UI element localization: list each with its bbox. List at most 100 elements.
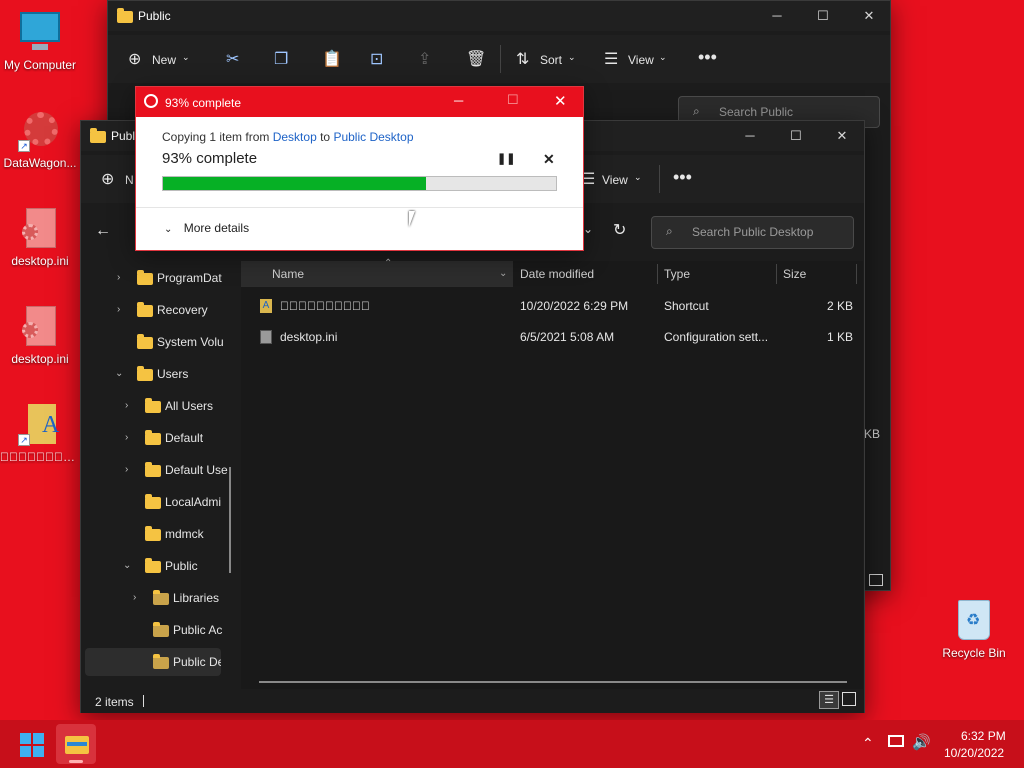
search-box[interactable]: ⌕ Search Public Desktop: [651, 216, 854, 249]
minimize-button[interactable]: ─: [454, 93, 463, 108]
shortcut-arrow-icon: ↗: [18, 434, 30, 446]
desktop-icon-label: DataWagon...: [3, 156, 77, 170]
tree-item-users[interactable]: ⌄ Users: [81, 360, 231, 388]
close-button[interactable]: ✕: [846, 1, 892, 31]
chevron-right-icon[interactable]: ›: [125, 456, 128, 484]
tree-item-recovery[interactable]: › Recovery: [81, 296, 231, 324]
share-icon[interactable]: ⇪: [418, 49, 431, 69]
table-row[interactable]: desktop.ini 6/5/2021 5:08 AM Configurati…: [241, 324, 863, 350]
navigation-pane[interactable]: › ProgramDat › Recovery System Volu ⌄ Us…: [81, 261, 241, 689]
desktop-icon-recycle-bin[interactable]: ♻ Recycle Bin: [934, 598, 1014, 660]
search-placeholder: Search Public: [719, 105, 794, 119]
tree-item-label: Public Ac: [173, 623, 223, 637]
cut-icon[interactable]: ✂: [226, 49, 239, 69]
sort-button[interactable]: Sort: [540, 53, 562, 67]
start-button[interactable]: [20, 733, 44, 757]
details-view-button[interactable]: [869, 574, 883, 586]
column-header-date[interactable]: Date modified: [520, 261, 594, 287]
delete-icon[interactable]: 🗑: [466, 49, 486, 69]
file-date: 6/5/2021 5:08 AM: [520, 330, 615, 344]
refresh-icon[interactable]: ↻: [613, 220, 626, 240]
chevron-down-icon[interactable]: ⌄: [115, 360, 123, 388]
tree-item-mdmck[interactable]: mdmck: [81, 520, 231, 548]
toolbar-divider: [659, 165, 660, 193]
plus-icon[interactable]: ⊕: [101, 169, 114, 189]
chevron-right-icon[interactable]: ›: [125, 392, 128, 420]
file-name:                     : [280, 299, 370, 313]
more-options-icon[interactable]: •••: [698, 47, 717, 68]
chevron-up-icon[interactable]: ⌃: [862, 735, 874, 752]
tree-item-public[interactable]: ⌄ Public: [81, 552, 231, 580]
mouse-cursor: [409, 211, 415, 227]
volume-icon[interactable]: 🔊: [912, 733, 931, 751]
view-button[interactable]: View: [602, 173, 628, 187]
view-button[interactable]: View: [628, 53, 654, 67]
back-arrow-icon[interactable]: ←: [95, 222, 111, 240]
tree-item-default-user[interactable]: › Default Use: [81, 456, 231, 484]
pause-button[interactable]: ❚❚: [497, 152, 515, 165]
plus-icon[interactable]: ⊕: [128, 49, 141, 69]
close-button[interactable]: ✕: [554, 92, 567, 110]
network-icon[interactable]: [888, 735, 904, 747]
horizontal-scrollbar[interactable]: [259, 681, 847, 683]
desktop-icon-datawagon[interactable]: ↗ DataWagon...: [0, 108, 80, 170]
tree-item-public-desktop[interactable]: Public De: [85, 648, 221, 676]
chevron-down-icon[interactable]: ⌄: [123, 552, 131, 580]
tree-item-libraries[interactable]: › Libraries: [81, 584, 231, 612]
file-name: desktop.ini: [280, 330, 338, 344]
tiles-view-button[interactable]: [842, 692, 856, 706]
title-bar[interactable]: Public ─ ☐ ✕: [108, 1, 890, 31]
chevron-right-icon[interactable]: ›: [133, 584, 136, 612]
paste-icon[interactable]: 📋: [322, 49, 342, 69]
maximize-button[interactable]: ☐: [507, 92, 519, 108]
chevron-right-icon[interactable]: ›: [117, 264, 120, 292]
new-button[interactable]: New: [152, 53, 176, 67]
cancel-button[interactable]: ✕: [543, 151, 555, 168]
copy-icon[interactable]: ❐: [274, 49, 288, 69]
chevron-down-icon[interactable]: ⌄: [583, 222, 593, 236]
more-details-toggle[interactable]: ⌄ More details: [164, 221, 249, 235]
clock-date[interactable]: 10/20/2022: [944, 746, 1004, 760]
sort-icon[interactable]: ⇅: [516, 49, 529, 69]
desktop-icon-font-shortcut[interactable]: A ↗         ...: [0, 402, 80, 464]
desktop-icon-desktop-ini-2[interactable]: desktop.ini: [0, 304, 80, 366]
more-options-icon[interactable]: •••: [673, 167, 692, 188]
tree-scrollbar[interactable]: [229, 467, 231, 573]
maximize-button[interactable]: ☐: [800, 1, 846, 31]
taskbar-file-explorer-button[interactable]: [56, 724, 96, 764]
window-title: Publi: [111, 129, 138, 143]
minimize-button[interactable]: ─: [754, 1, 800, 31]
destination-link[interactable]: Public Desktop: [333, 130, 413, 144]
tree-item-localadmin[interactable]: LocalAdmi: [81, 488, 231, 516]
source-link[interactable]: Desktop: [273, 130, 317, 144]
column-header-type[interactable]: Type: [664, 261, 690, 287]
column-header-name[interactable]: Name ⌃ ⌄: [241, 258, 513, 287]
clock-time[interactable]: 6:32 PM: [961, 729, 1006, 743]
tree-item-all-users[interactable]: › All Users: [81, 392, 231, 420]
dialog-title-bar[interactable]: 93% complete ─ ☐ ✕: [136, 87, 583, 117]
column-header-size[interactable]: Size: [783, 261, 806, 287]
copy-progress-dialog[interactable]: 93% complete ─ ☐ ✕ Copying 1 item from D…: [135, 86, 584, 251]
table-row[interactable]: A                      10/20/2022 6:29 P…: [241, 293, 863, 319]
item-count: 2 items: [95, 695, 134, 709]
view-icon[interactable]: ☰: [604, 49, 618, 69]
maximize-button[interactable]: ☐: [773, 121, 819, 151]
more-details-label: More details: [183, 221, 250, 235]
folder-shortcut-icon: [145, 462, 161, 477]
tree-item-default[interactable]: › Default: [81, 424, 231, 452]
tree-item-programdata[interactable]: › ProgramDat: [81, 264, 231, 292]
chevron-down-icon[interactable]: ⌄: [499, 261, 507, 287]
new-button[interactable]: N: [125, 173, 134, 187]
tree-item-system-volume[interactable]: System Volu: [81, 328, 231, 356]
shortcut-arrow-icon: ↗: [18, 140, 30, 152]
desktop-icon-my-computer[interactable]: My Computer: [0, 10, 80, 72]
close-button[interactable]: ✕: [819, 121, 865, 151]
minimize-button[interactable]: ─: [727, 121, 773, 151]
file-list[interactable]: Name ⌃ ⌄ Date modified Type Size A      …: [241, 258, 863, 689]
desktop-icon-desktop-ini-1[interactable]: desktop.ini: [0, 206, 80, 268]
chevron-right-icon[interactable]: ›: [117, 296, 120, 324]
details-view-button[interactable]: ☰: [819, 691, 839, 709]
chevron-right-icon[interactable]: ›: [125, 424, 128, 452]
rename-icon[interactable]: ⊡: [370, 49, 383, 69]
tree-item-public-account[interactable]: Public Ac: [81, 616, 231, 644]
